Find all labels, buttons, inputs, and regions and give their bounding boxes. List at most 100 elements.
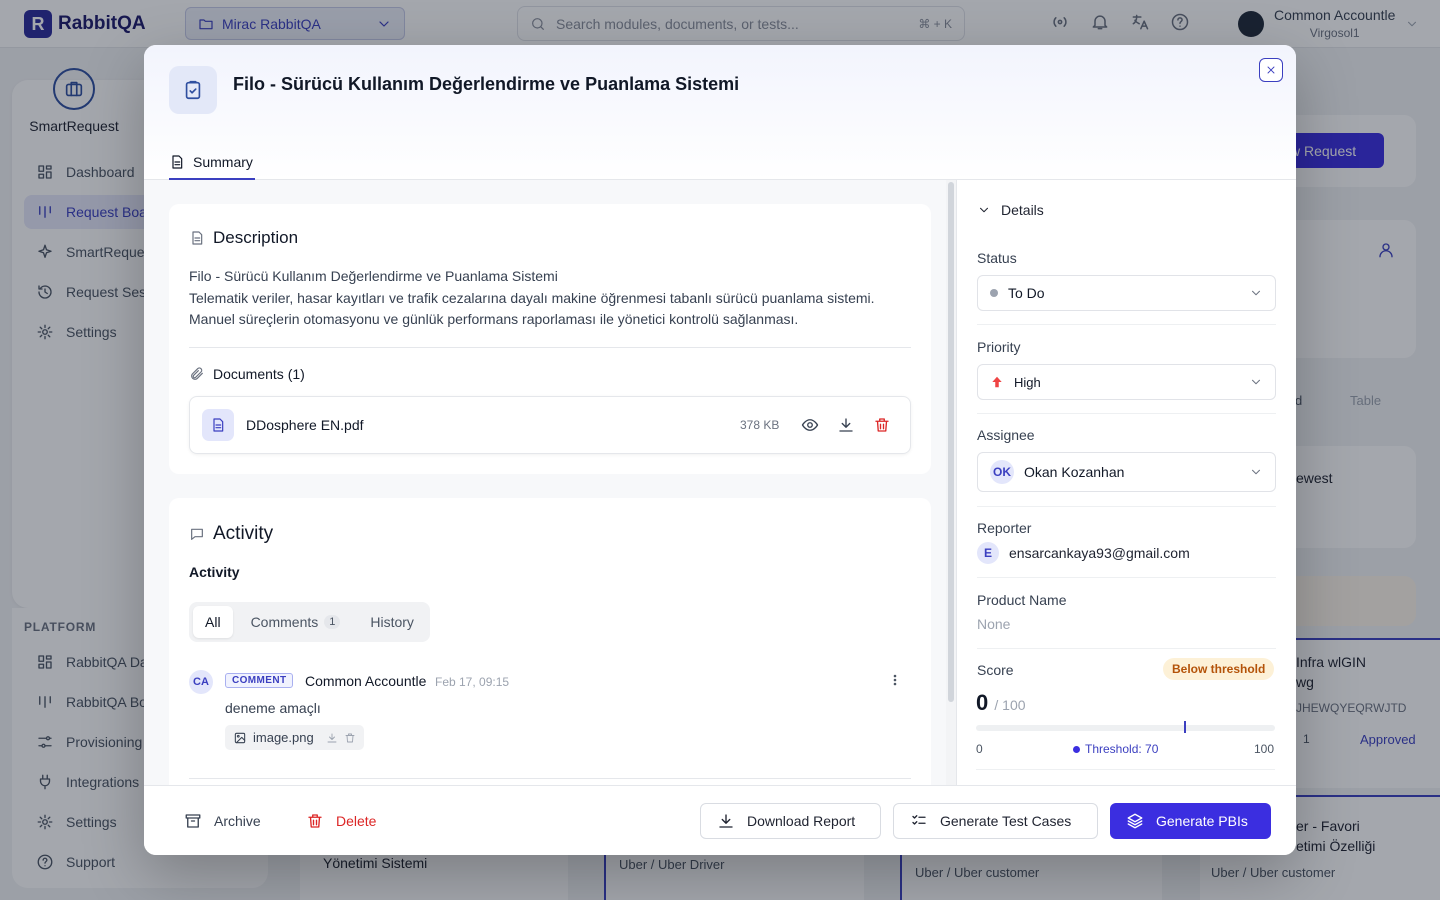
activity-tab-all[interactable]: All [193, 606, 233, 638]
document-icon [172, 154, 183, 169]
chat-icon [191, 528, 203, 540]
paperclip-icon [191, 367, 203, 380]
clipboard-icon [169, 66, 217, 114]
activity-subheading: Activity [189, 564, 240, 580]
activity-heading: Activity [189, 523, 273, 545]
generate-test-cases-button[interactable]: Generate Test Cases [893, 803, 1098, 839]
document-size: 378 KB [740, 418, 780, 432]
trash-icon[interactable] [344, 732, 356, 744]
button-label: Generate PBIs [1156, 813, 1248, 829]
chevron-down-icon [1251, 379, 1261, 385]
comment-time: Feb 17, 09:15 [435, 675, 510, 689]
download-icon [719, 814, 733, 828]
divider [977, 506, 1276, 507]
priority-field: Priority High [977, 339, 1276, 400]
close-icon [1267, 66, 1275, 74]
comment-attachment[interactable]: image.png [225, 725, 364, 750]
divider [977, 324, 1276, 325]
reporter-field: Reporter E ensarcankaya93@gmail.com [977, 520, 1276, 564]
description-text: Filo - Sürücü Kullanım Değerlendirme ve … [189, 266, 875, 331]
archive-icon [185, 814, 201, 828]
product-field: Product Name None [977, 592, 1276, 632]
assignee-select[interactable]: OK Okan Kozanhan [977, 452, 1276, 492]
description-heading: Description [189, 228, 298, 248]
section-title: Activity [213, 523, 274, 544]
modal-tabs: Summary [144, 135, 1296, 180]
score-field: Score [977, 662, 1276, 678]
tab-label: All [205, 614, 221, 630]
document-name: DDosphere EN.pdf [246, 417, 364, 433]
generate-pbis-button[interactable]: Generate PBIs [1110, 803, 1271, 839]
document-row[interactable]: DDosphere EN.pdf 378 KB [189, 396, 911, 454]
download-icon[interactable] [326, 732, 338, 744]
scrollbar[interactable] [946, 180, 956, 785]
status-field: Status To Do [977, 250, 1276, 311]
comment-menu-button[interactable] [893, 674, 897, 686]
more-vertical-icon [893, 674, 897, 686]
attachment-name: image.png [253, 730, 314, 745]
activity-card: Activity Activity All Comments 1 History… [169, 498, 931, 785]
divider [189, 347, 911, 348]
tab-label: Comments [250, 614, 319, 630]
modal-title: Filo - Sürücü Kullanım Değerlendirme ve … [233, 74, 740, 94]
archive-button[interactable]: Archive [184, 803, 261, 839]
priority-select[interactable]: High [977, 364, 1276, 400]
select-value: To Do [1008, 285, 1045, 301]
select-value: Okan Kozanhan [1024, 464, 1125, 480]
divider [977, 413, 1276, 414]
status-select[interactable]: To Do [977, 275, 1276, 311]
delete-button[interactable]: Delete [306, 803, 376, 839]
checklist-icon [912, 815, 926, 825]
field-label: Product Name [977, 592, 1067, 608]
divider [977, 577, 1276, 578]
reporter-email: ensarcankaya93@gmail.com [1009, 545, 1190, 561]
comment-author: Common Accountle [305, 673, 427, 689]
download-report-button[interactable]: Download Report [700, 803, 881, 839]
activity-tab-comments[interactable]: Comments 1 [239, 606, 353, 638]
tab-label: Summary [193, 153, 253, 170]
chevron-down-icon [979, 207, 989, 213]
section-title: Description [213, 228, 299, 247]
field-label: Reporter [977, 520, 1032, 536]
activity-filter: All Comments 1 History [189, 602, 430, 642]
layers-icon [1127, 813, 1143, 829]
button-label: Archive [214, 813, 261, 829]
preview-button[interactable] [801, 416, 819, 434]
image-icon [234, 732, 246, 743]
details-toggle[interactable]: Details [977, 202, 1276, 218]
section-title: Documents (1) [213, 366, 305, 382]
status-dot-icon [990, 289, 998, 297]
divider [977, 648, 1276, 649]
reporter-value: E ensarcankaya93@gmail.com [977, 542, 1276, 564]
eye-icon [801, 419, 819, 431]
field-label: Priority [977, 339, 1021, 355]
avatar: CA [189, 670, 213, 694]
assignee-field: Assignee OK Okan Kozanhan [977, 427, 1276, 492]
scrollbar-thumb[interactable] [948, 182, 954, 702]
count-badge: 1 [324, 615, 341, 629]
comment-tag: COMMENT [225, 673, 294, 688]
main-column: Description Filo - Sürücü Kullanım Değer… [144, 180, 946, 785]
tab-summary[interactable]: Summary [169, 145, 255, 180]
avatar: OK [990, 460, 1014, 484]
delete-document-button[interactable] [873, 416, 891, 434]
description-card: Description Filo - Sürücü Kullanım Değer… [169, 204, 931, 474]
details-panel: Details Status To Do Priority High Assig… [956, 180, 1296, 785]
arrow-up-icon [992, 376, 1002, 388]
field-label: Status [977, 250, 1017, 266]
document-icon [192, 231, 203, 245]
divider [189, 778, 911, 779]
download-document-button[interactable] [837, 416, 855, 434]
details-heading: Details [1001, 202, 1044, 218]
pdf-file-icon [202, 409, 234, 441]
button-label: Delete [336, 813, 377, 829]
description-line: Filo - Sürücü Kullanım Değerlendirme ve … [189, 268, 558, 284]
product-value: None [977, 616, 1011, 632]
button-label: Download Report [747, 813, 856, 829]
trash-icon [875, 418, 889, 432]
download-icon [839, 418, 853, 432]
close-button[interactable] [1259, 58, 1283, 82]
button-label: Generate Test Cases [940, 813, 1072, 829]
activity-tab-history[interactable]: History [358, 606, 426, 638]
description-line: Manuel süreçlerin otomasyonu ve günlük p… [189, 311, 799, 327]
